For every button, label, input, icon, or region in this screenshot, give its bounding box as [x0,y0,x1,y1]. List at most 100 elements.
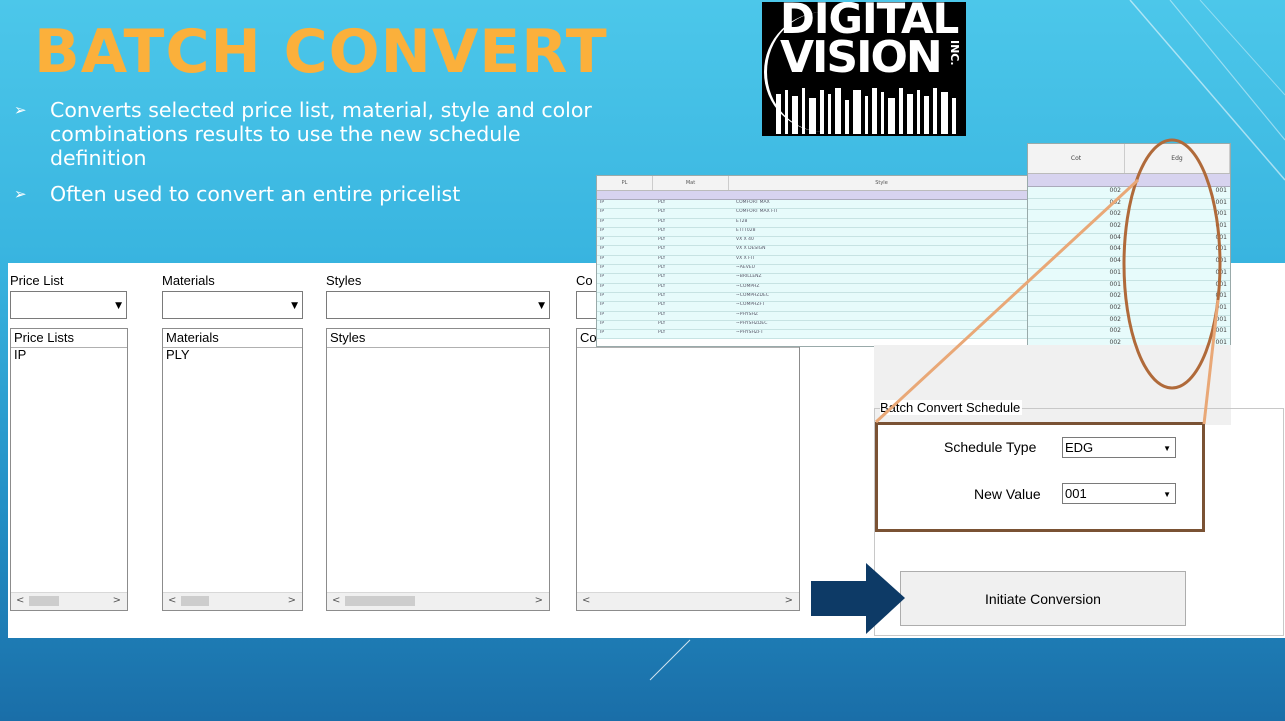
logo-barcode [776,88,956,134]
styles-combo[interactable]: ▼ [326,291,550,319]
horizontal-scrollbar[interactable]: < > [577,592,799,610]
grid-cell: ~COMPHZ [736,283,760,289]
scroll-left-icon[interactable]: < [332,595,340,606]
grid-cell: ~PHYSHZFT [736,330,764,336]
price-list-combo[interactable]: ▼ [10,291,127,319]
grid-cell: IP [600,218,605,224]
scroll-thumb[interactable] [29,596,59,606]
scroll-thumb[interactable] [345,596,415,606]
grid-row[interactable]: 002 001 [1028,210,1230,223]
grid-cell: ~COMPHZDEC [736,292,769,298]
dropdown-arrow-icon: ▼ [291,301,298,311]
arrow-bullet-icon: ➢ [14,101,27,119]
schedule-grid-screenshot: Cot Edg 002 001 002 001 002 001 002 001 004 001 00… [1027,143,1231,371]
scroll-left-icon[interactable]: < [168,595,176,606]
grid-cell: ~COMPHZFT [736,302,765,308]
grid-header: Cot Edg [1028,144,1230,174]
grid-cell: 001 [1215,187,1227,194]
bullet-text: Converts selected price list, material, … [50,98,592,170]
scroll-right-icon[interactable]: > [113,595,121,606]
grid-cell: 001 [1215,222,1227,230]
styles-listbox[interactable]: Styles < > [326,328,550,611]
list-item[interactable]: IP [11,348,127,362]
scroll-left-icon[interactable]: < [16,595,24,606]
grid-row[interactable]: IP PLY ~PHYSHZFT [597,330,1035,340]
horizontal-scrollbar[interactable]: < > [163,592,302,610]
scroll-thumb[interactable] [181,596,209,606]
arrow-bullet-icon: ➢ [14,185,27,203]
grid-cell: PLY [658,330,666,336]
scroll-right-icon[interactable]: > [535,595,543,606]
grid-cell: 002 [1109,303,1121,311]
grid-row[interactable]: IP PLY ~COMPHZFT [597,302,1035,312]
grid-cell: 001 [1215,198,1227,206]
grid-row[interactable]: 001 001 [1028,268,1230,281]
grid-row[interactable]: IP PLY ~PHYSHZDEC [597,320,1035,331]
grid-cell: IP [600,292,605,298]
grid-cell: IP [600,209,605,215]
materials-listbox[interactable]: Materials PLY < > [162,328,303,611]
list-header[interactable]: Materials [163,329,302,348]
batch-convert-group-title: Batch Convert Schedule [880,400,1023,415]
grid-row[interactable]: IP PLY VX X DESIGN [597,246,1035,256]
grid-row[interactable]: 002 001 [1028,198,1230,211]
grid-cell: ~BRILLENZ [736,274,762,280]
grid-cell: 002 [1109,198,1121,206]
logo-line2: VISION [780,32,943,83]
grid-row[interactable]: IP PLY ~PHYSHZ [597,311,1035,321]
grid-cell: COMFORT MAX [736,200,770,205]
grid-cell: PLY [658,274,666,280]
grid-cell: 004 [1109,245,1121,253]
scroll-left-icon[interactable]: < [582,595,590,606]
grid-column-header: Edg [1125,144,1230,173]
grid-cell: PLY [658,200,666,205]
grid-row[interactable]: 004 001 [1028,257,1230,269]
grid-row[interactable]: 002 001 [1028,292,1230,304]
grid-cell: IP [600,302,605,308]
list-header[interactable]: Styles [327,329,549,348]
grid-row[interactable]: IP PLY ~BRILLENZ [597,274,1035,284]
schedule-highlight-box [875,422,1205,532]
scroll-right-icon[interactable]: > [288,595,296,606]
grid-row[interactable]: 002 001 [1028,222,1230,234]
initiate-conversion-button[interactable]: Initiate Conversion [900,571,1186,626]
grid-row[interactable]: IP PLY ~AEVEU [597,265,1035,275]
grid-cell: 001 [1215,210,1227,218]
grid-cell: PLY [658,302,666,308]
grid-row[interactable]: IP PLY VX X FIT [597,255,1035,266]
grid-row[interactable]: IP PLY COMFORT MAX FIT [597,209,1035,219]
grid-cell: 002 [1109,292,1121,300]
grid-cell: 001 [1215,245,1227,253]
grid-row[interactable]: IP PLY ~COMPHZDEC [597,292,1035,303]
grid-cell: 002 [1109,187,1121,194]
grid-cell: 004 [1109,257,1121,265]
grid-row[interactable]: IP PLY COMFORT MAX [597,200,1035,210]
grid-row[interactable]: 002 001 [1028,327,1230,339]
price-lists-listbox[interactable]: Price Lists IP < > [10,328,128,611]
grid-row[interactable]: IP PLY VX X 40 [597,237,1035,247]
grid-row[interactable]: 002 001 [1028,315,1230,328]
grid-row[interactable]: IP PLY ETTT028 [597,227,1035,238]
materials-label: Materials [162,273,215,288]
grid-row[interactable]: 004 001 [1028,233,1230,246]
grid-row[interactable]: 002 001 [1028,187,1230,199]
grid-row[interactable]: 001 001 [1028,280,1230,293]
grid-cell: VX X DESIGN [736,246,766,252]
grid-row[interactable]: IP PLY ~COMPHZ [597,283,1035,293]
horizontal-scrollbar[interactable]: < > [11,592,127,610]
grid-cell: PLY [658,283,666,289]
grid-cell: 001 [1215,303,1227,311]
materials-combo[interactable]: ▼ [162,291,303,319]
grid-header: PL Mat Style [597,176,1035,191]
horizontal-scrollbar[interactable]: < > [327,592,549,610]
list-header[interactable]: Price Lists [11,329,127,348]
grid-row[interactable]: 002 001 [1028,303,1230,316]
grid-row[interactable]: IP PLY ET28 [597,218,1035,228]
list-item[interactable]: PLY [163,348,302,362]
dropdown-arrow-icon: ▼ [538,301,545,311]
grid-row[interactable]: 004 001 [1028,245,1230,258]
colors-listbox[interactable]: Co < > [576,328,800,611]
grid-cell: 002 [1109,315,1121,323]
scroll-right-icon[interactable]: > [785,595,793,606]
grid-cell: IP [600,283,605,289]
